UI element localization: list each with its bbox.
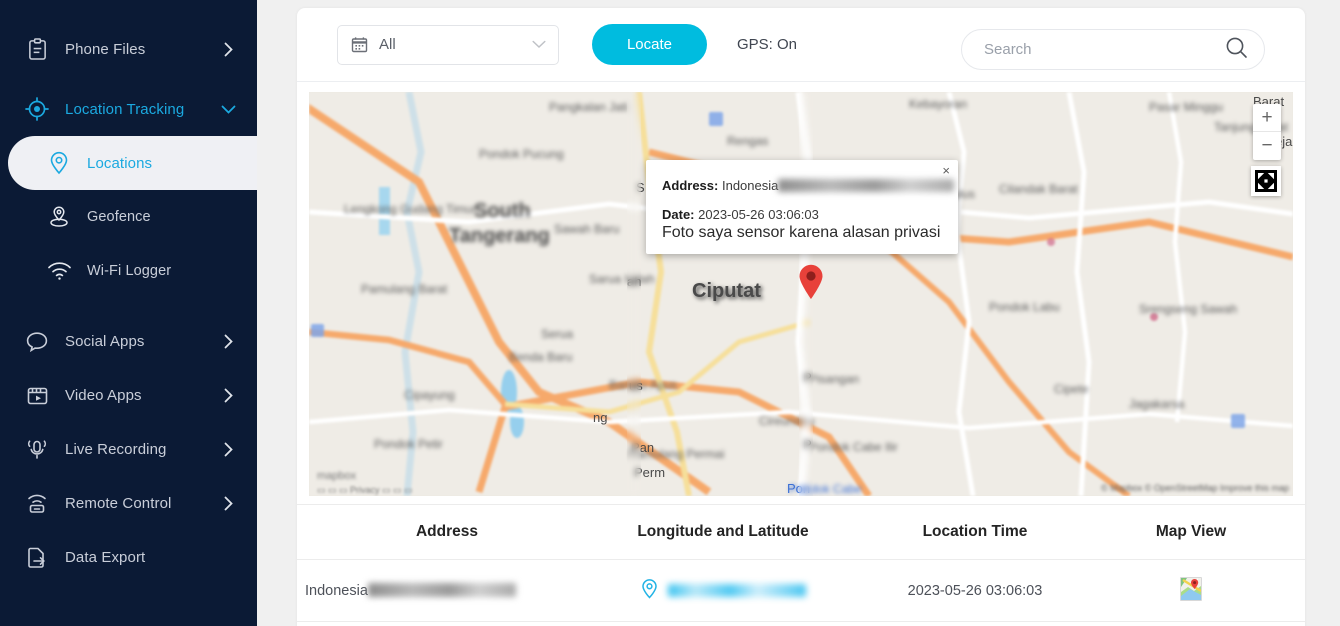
toolbar: All Locate GPS: On	[297, 8, 1305, 82]
chevron-right-icon	[217, 496, 239, 511]
gps-status-label: GPS: On	[737, 36, 798, 53]
map-zoom-out-button[interactable]: −	[1253, 132, 1281, 160]
sidebar-item-label: Geofence	[87, 209, 151, 225]
map-zoom-in-button[interactable]: +	[1253, 104, 1281, 132]
sidebar-item-label: Phone Files	[65, 40, 146, 58]
remote-signal-icon	[22, 489, 52, 517]
map-zoom-controls[interactable]: + −	[1253, 104, 1281, 160]
cell-address: Indonesia	[297, 582, 597, 599]
sidebar-item-wifi-logger[interactable]: Wi-Fi Logger	[0, 244, 257, 298]
map-fullscreen-button[interactable]	[1251, 166, 1281, 196]
close-icon[interactable]: ×	[942, 164, 950, 177]
popup-note: Foto saya sensor karena alasan privasi	[662, 224, 941, 241]
cell-address-text: Indonesia	[305, 582, 368, 599]
sidebar-item-label: Video Apps	[65, 386, 142, 404]
column-header-address: Address	[415, 523, 479, 540]
column-header-location-time: Location Time	[922, 523, 1028, 540]
clipboard-icon	[22, 35, 52, 63]
sidebar: Phone Files Location Tracking Locations …	[0, 0, 257, 626]
cell-location-time: 2023-05-26 03:06:03	[907, 582, 1043, 599]
map-footer-controls: ▭ ▭ ▭ Privacy ▭ ▭ ▭	[317, 485, 413, 495]
sidebar-item-label: Data Export	[65, 548, 146, 566]
table-header-row: Address Longitude and Latitude Location …	[297, 504, 1305, 560]
sidebar-item-geofence[interactable]: Geofence	[0, 190, 257, 244]
map-logo: mapbox	[317, 470, 357, 482]
content-card: All Locate GPS: On Search Bambu Apus Pon…	[297, 8, 1305, 626]
search-box[interactable]	[961, 29, 1265, 70]
popup-date-line: Date: 2023-05-26 03:06:03	[662, 207, 942, 222]
main-content: All Locate GPS: On Search Bambu Apus Pon…	[257, 0, 1340, 626]
table-row[interactable]: Indonesia 2023-05-26 03:06:03	[297, 560, 1305, 622]
sidebar-item-label: Live Recording	[65, 440, 167, 458]
popup-address-label: Address:	[662, 178, 719, 193]
file-export-icon	[22, 543, 52, 571]
column-header-map-view: Map View	[1155, 523, 1227, 540]
geofence-pin-icon	[44, 203, 74, 231]
popup-address-value: Indonesia	[721, 178, 779, 193]
redacted-coordinates-block	[668, 584, 806, 597]
sidebar-item-location-tracking[interactable]: Location Tracking	[0, 82, 257, 136]
popup-address-line: Address: Indonesia	[662, 178, 955, 193]
cell-map-view[interactable]	[1101, 576, 1281, 605]
locations-table: Address Longitude and Latitude Location …	[297, 504, 1305, 626]
map-canvas[interactable]: Bambu Apus Pondok Pucung Sawah Baru South Ta…	[309, 92, 1293, 496]
calendar-icon	[351, 36, 368, 53]
target-icon	[22, 95, 52, 123]
sidebar-item-data-export[interactable]: Data Export	[0, 530, 257, 584]
redacted-address-block	[367, 582, 516, 597]
date-filter-value: All	[379, 36, 396, 53]
map-marker-pin[interactable]	[798, 264, 824, 300]
chevron-right-icon	[217, 42, 239, 57]
search-input[interactable]	[984, 41, 1225, 58]
sidebar-item-locations[interactable]: Locations	[8, 136, 257, 190]
map-label-sharp: Ciputat	[692, 280, 761, 302]
map-info-popup: × Address: Indonesia Date: 2023-05-26 03…	[646, 160, 958, 254]
chevron-right-icon	[217, 334, 239, 349]
chevron-down-icon	[532, 40, 546, 49]
map-container: Bambu Apus Pondok Pucung Sawah Baru South Ta…	[297, 82, 1305, 504]
chevron-right-icon	[217, 442, 239, 457]
table-row-partial	[297, 622, 1305, 626]
chevron-right-icon	[217, 388, 239, 403]
map-pin-icon	[44, 149, 74, 177]
sidebar-item-social-apps[interactable]: Social Apps	[0, 314, 257, 368]
map-attribution: © Mapbox © OpenStreetMap Improve this ma…	[1101, 483, 1289, 493]
cell-longitude-latitude[interactable]	[597, 578, 849, 603]
sidebar-item-video-apps[interactable]: Video Apps	[0, 368, 257, 422]
search-icon[interactable]	[1225, 36, 1248, 64]
google-maps-icon[interactable]	[1180, 576, 1202, 601]
date-filter-select[interactable]: All	[337, 24, 559, 65]
wifi-icon	[44, 257, 74, 285]
map-label-sharp: ng	[593, 410, 608, 425]
column-header-longitude-latitude: Longitude and Latitude	[637, 523, 809, 540]
sidebar-item-phone-files[interactable]: Phone Files	[0, 22, 257, 76]
sidebar-item-remote-control[interactable]: Remote Control	[0, 476, 257, 530]
popup-date-label: Date:	[662, 207, 695, 222]
microphone-icon	[22, 435, 52, 463]
sidebar-item-live-recording[interactable]: Live Recording	[0, 422, 257, 476]
video-clapper-icon	[22, 381, 52, 409]
chat-bubble-icon	[22, 327, 52, 355]
sidebar-item-label: Locations	[87, 154, 153, 172]
app-root: Phone Files Location Tracking Locations …	[0, 0, 1340, 626]
locate-button[interactable]: Locate	[592, 24, 707, 65]
sidebar-item-label: Wi-Fi Logger	[87, 263, 172, 279]
chevron-down-icon	[217, 105, 239, 114]
fullscreen-expand-icon	[1255, 170, 1277, 192]
redacted-address-block	[778, 179, 955, 192]
sidebar-item-label: Location Tracking	[65, 100, 185, 118]
map-pin-outline-icon	[640, 578, 659, 603]
popup-date-value: 2023-05-26 03:06:03	[698, 207, 819, 222]
sidebar-item-label: Remote Control	[65, 494, 172, 512]
sidebar-item-label: Social Apps	[65, 332, 145, 350]
